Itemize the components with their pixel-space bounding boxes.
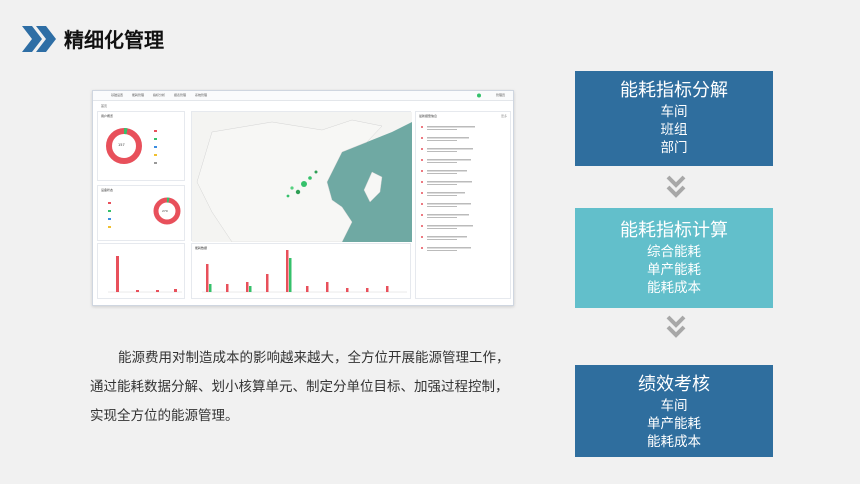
alarm-list (421, 126, 475, 251)
left-bar-chart-card (97, 243, 185, 299)
flow-box-item: 能耗成本 (647, 434, 701, 450)
flow-box-title: 绩效考核 (638, 374, 710, 395)
flow-box-item: 班组 (660, 122, 688, 138)
energy-data-card: 能耗数据 (191, 243, 411, 299)
app-top-bar: 基础设置 能耗管理 指标分析 报表管理 系统管理 管理员 (93, 91, 513, 101)
breadcrumb[interactable]: 首页 (101, 104, 107, 108)
flow-box-item: 综合能耗 (647, 244, 701, 260)
software-screenshot: 基础设置 能耗管理 指标分析 报表管理 系统管理 管理员 首页 用户概览 157… (92, 90, 514, 306)
legend-dot (154, 154, 157, 156)
user-overview-card: 用户概览 157 (97, 111, 185, 181)
legend-dot (108, 202, 111, 204)
double-chevron-right-icon (22, 26, 56, 52)
flow-box-title: 能耗指标计算 (620, 220, 728, 241)
card-title: 设备状态 (101, 188, 114, 192)
donut-value: 270 (162, 209, 168, 213)
nav-item[interactable]: 报表管理 (174, 93, 186, 97)
map-panel[interactable] (191, 111, 412, 242)
more-link[interactable]: 更多 (501, 114, 507, 118)
legend-dot (154, 146, 157, 148)
flow-box-indicator-calculation: 能耗指标计算 综合能耗 单产能耗 能耗成本 (575, 208, 773, 308)
card-title: 最新报警信息 (419, 114, 438, 118)
alarm-list-card: 最新报警信息 更多 (415, 111, 511, 299)
energy-bar-chart (202, 250, 407, 293)
legend-dot (154, 138, 157, 140)
double-chevron-down-icon (666, 175, 686, 198)
page-title: 精细化管理 (64, 28, 164, 52)
flow-box-item: 单产能耗 (647, 416, 701, 432)
flow-box-item: 车间 (660, 104, 688, 120)
map-of-china[interactable] (192, 112, 412, 242)
flow-box-item: 部门 (660, 140, 688, 156)
flow-box-item: 车间 (660, 398, 688, 414)
donut-value: 157 (118, 143, 125, 147)
user-icon (477, 93, 481, 98)
legend-dot (108, 210, 111, 212)
nav-item[interactable]: 系统管理 (195, 93, 207, 97)
legend-dot (108, 218, 111, 220)
legend-dot (154, 130, 157, 132)
flow-box-item: 能耗成本 (647, 280, 701, 296)
left-bar-chart (108, 256, 182, 293)
legend-dot (108, 226, 111, 228)
double-chevron-down-icon (666, 315, 686, 338)
flow-box-item: 单产能耗 (647, 262, 701, 278)
nav-item[interactable]: 指标分析 (153, 93, 165, 97)
description-text: 能源费用对制造成本的影响越来越大，全方位开展能源管理工作，通过能耗数据分解、划小… (90, 350, 510, 424)
device-status-card: 设备状态 270 (97, 185, 185, 241)
flow-box-performance-review: 绩效考核 车间 单产能耗 能耗成本 (575, 365, 773, 457)
app-nav: 基础设置 能耗管理 指标分析 报表管理 系统管理 (111, 93, 215, 97)
flow-box-title: 能耗指标分解 (620, 80, 728, 101)
card-title: 用户概览 (101, 114, 114, 118)
flow-box-indicator-decomposition: 能耗指标分解 车间 班组 部门 (575, 71, 773, 166)
nav-item[interactable]: 基础设置 (111, 93, 123, 97)
user-label[interactable]: 管理员 (496, 93, 505, 97)
nav-item[interactable]: 能耗管理 (132, 93, 144, 97)
legend-dot (154, 162, 157, 164)
